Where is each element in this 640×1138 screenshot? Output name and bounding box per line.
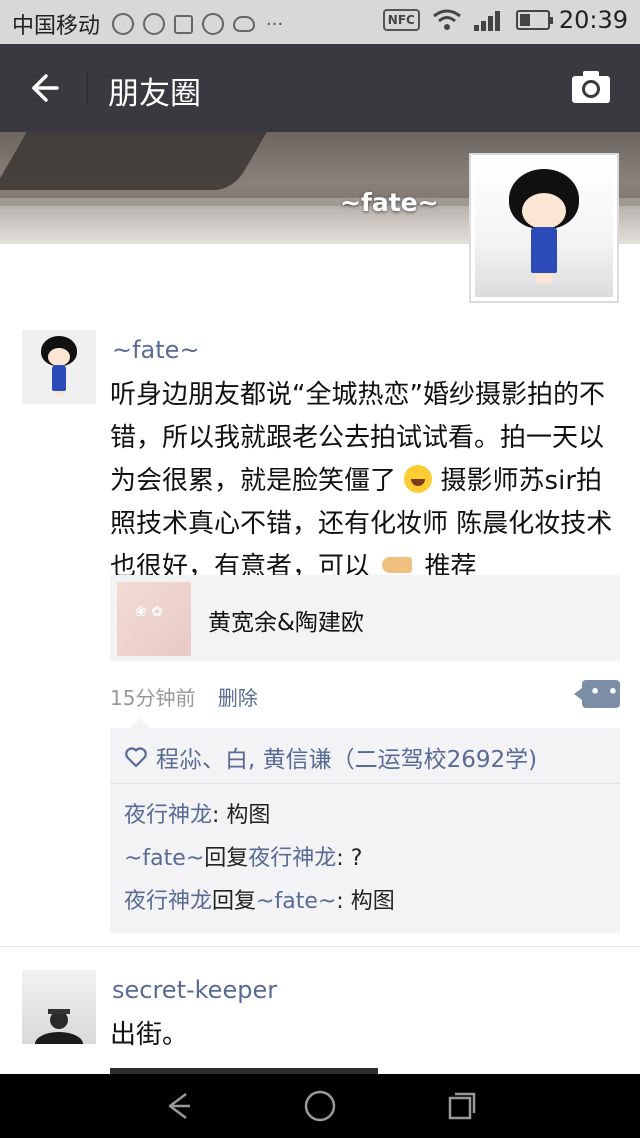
post-author[interactable]: secret-keeper (112, 976, 277, 1004)
signal-icon (473, 9, 502, 31)
reply-target[interactable]: 夜行神龙 (248, 846, 336, 871)
link-title: 黄宽余&陶建欧 (208, 610, 364, 636)
profile-name: ~fate~ (340, 188, 439, 217)
link-thumbnail: ❀ ✿ (117, 582, 191, 656)
likes-row: 程尛、白, 黄信谦（二运驾校2692学) (110, 728, 620, 784)
comment-author[interactable]: 夜行神龙 (124, 889, 212, 914)
avatar[interactable] (22, 330, 96, 404)
logo-mark-icon: ❀ ✿ (135, 604, 163, 620)
avatar[interactable] (22, 970, 96, 1044)
back-triangle-icon[interactable] (160, 1088, 196, 1124)
laughing-emoji-icon (404, 465, 433, 493)
system-nav-bar (0, 1074, 640, 1138)
camera-icon[interactable] (570, 68, 612, 106)
status-right: NFC 20:39 (382, 6, 628, 34)
post-text: 出街。 (110, 1020, 189, 1050)
notification-icons: ··· (112, 13, 283, 35)
post-text: 听身边朋友都说“全城热恋”婚纱摄影拍的不错，所以我就跟老公去拍试试看。拍一天以为… (110, 374, 626, 589)
comment-text: 构图 (226, 803, 271, 828)
back-arrow-icon[interactable] (24, 68, 64, 108)
avatar-figure (35, 1009, 83, 1044)
shared-link-card[interactable]: ❀ ✿ 黄宽余&陶建欧 (110, 575, 620, 661)
delete-button[interactable]: 删除 (218, 686, 258, 710)
comment-author[interactable]: 夜行神龙 (124, 803, 212, 828)
moments-screen: 中国移动 ··· NFC 20:39 朋友圈 ~fate~ ~fate~ 听身边… (0, 0, 640, 1138)
chat-notification-icon (112, 13, 135, 35)
comment-item[interactable]: 夜行神龙: 构图 (124, 794, 606, 837)
app-notification-icon (174, 14, 194, 34)
title-bar: 朋友圈 (0, 44, 640, 132)
reply-label: 回复 (204, 846, 249, 871)
comment-separator: : (336, 846, 351, 871)
post-divider (0, 946, 640, 947)
status-left: 中国移动 ··· (12, 8, 283, 40)
interactions-panel: 程尛、白, 黄信谦（二运驾校2692学) 夜行神龙: 构图 ~fate~回复夜行… (110, 718, 620, 933)
comment-author[interactable]: ~fate~ (124, 846, 204, 871)
nfc-icon: NFC (382, 9, 420, 31)
cloud-icon (233, 16, 256, 32)
comments-list: 夜行神龙: 构图 ~fate~回复夜行神龙: ? 夜行神龙回复~fate~: 构… (110, 784, 620, 933)
chat-notification-icon (143, 13, 166, 35)
post-meta: 15分钟前 删除 (110, 682, 258, 711)
post-author[interactable]: ~fate~ (112, 336, 200, 364)
carrier-label: 中国移动 (12, 14, 101, 39)
reply-target[interactable]: ~fate~ (256, 889, 336, 914)
comment-text: ? (350, 846, 363, 871)
comment-text: 构图 (350, 889, 395, 914)
avatar-figure (509, 169, 579, 289)
more-notifications-icon: ··· (266, 13, 284, 35)
home-circle-icon[interactable] (302, 1088, 338, 1124)
avatar-image (475, 159, 613, 297)
page-title: 朋友圈 (108, 76, 201, 112)
comment-separator: : (336, 889, 351, 914)
chat-notification-icon (202, 13, 225, 35)
post-time: 15分钟前 (110, 686, 196, 710)
wifi-icon (432, 9, 461, 30)
recent-apps-icon[interactable] (444, 1088, 480, 1124)
heart-icon (125, 746, 147, 767)
avatar-figure (41, 336, 77, 400)
battery-icon (515, 10, 553, 30)
title-divider (87, 72, 88, 106)
cover-rocks (0, 132, 267, 190)
clock: 20:39 (558, 6, 628, 34)
comment-separator: : (212, 803, 227, 828)
comment-item[interactable]: ~fate~回复夜行神龙: ? (124, 837, 606, 880)
pointing-hand-emoji-icon (382, 557, 413, 573)
comment-item[interactable]: 夜行神龙回复~fate~: 构图 (124, 880, 606, 923)
comment-menu-button[interactable] (574, 680, 620, 708)
profile-avatar[interactable] (469, 153, 619, 303)
status-bar: 中国移动 ··· NFC 20:39 (0, 0, 640, 44)
reply-label: 回复 (212, 889, 257, 914)
likes-names[interactable]: 程尛、白, 黄信谦（二运驾校2692学) (156, 740, 537, 774)
